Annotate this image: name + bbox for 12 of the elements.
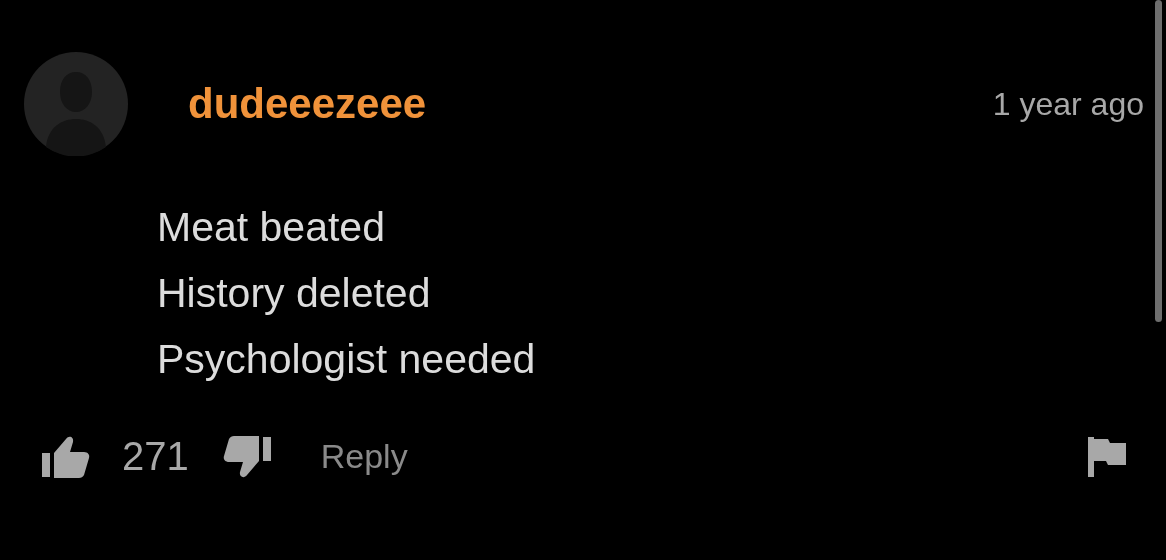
- scrollbar[interactable]: [1155, 0, 1162, 322]
- comment-text: History deleted: [157, 269, 432, 318]
- reply-button[interactable]: Reply: [320, 437, 408, 476]
- comment-text: Psychologist needed: [157, 335, 537, 384]
- avatar-icon: [24, 52, 128, 156]
- like-count: 271: [122, 434, 189, 479]
- thumbs-up-icon[interactable]: [42, 434, 90, 479]
- thumbs-down-icon[interactable]: [222, 434, 271, 479]
- comment-text: Meat beated: [157, 203, 386, 252]
- flag-icon[interactable]: [1088, 436, 1126, 477]
- timestamp: 1 year ago: [992, 85, 1144, 123]
- username[interactable]: dudeeezeee: [188, 80, 993, 128]
